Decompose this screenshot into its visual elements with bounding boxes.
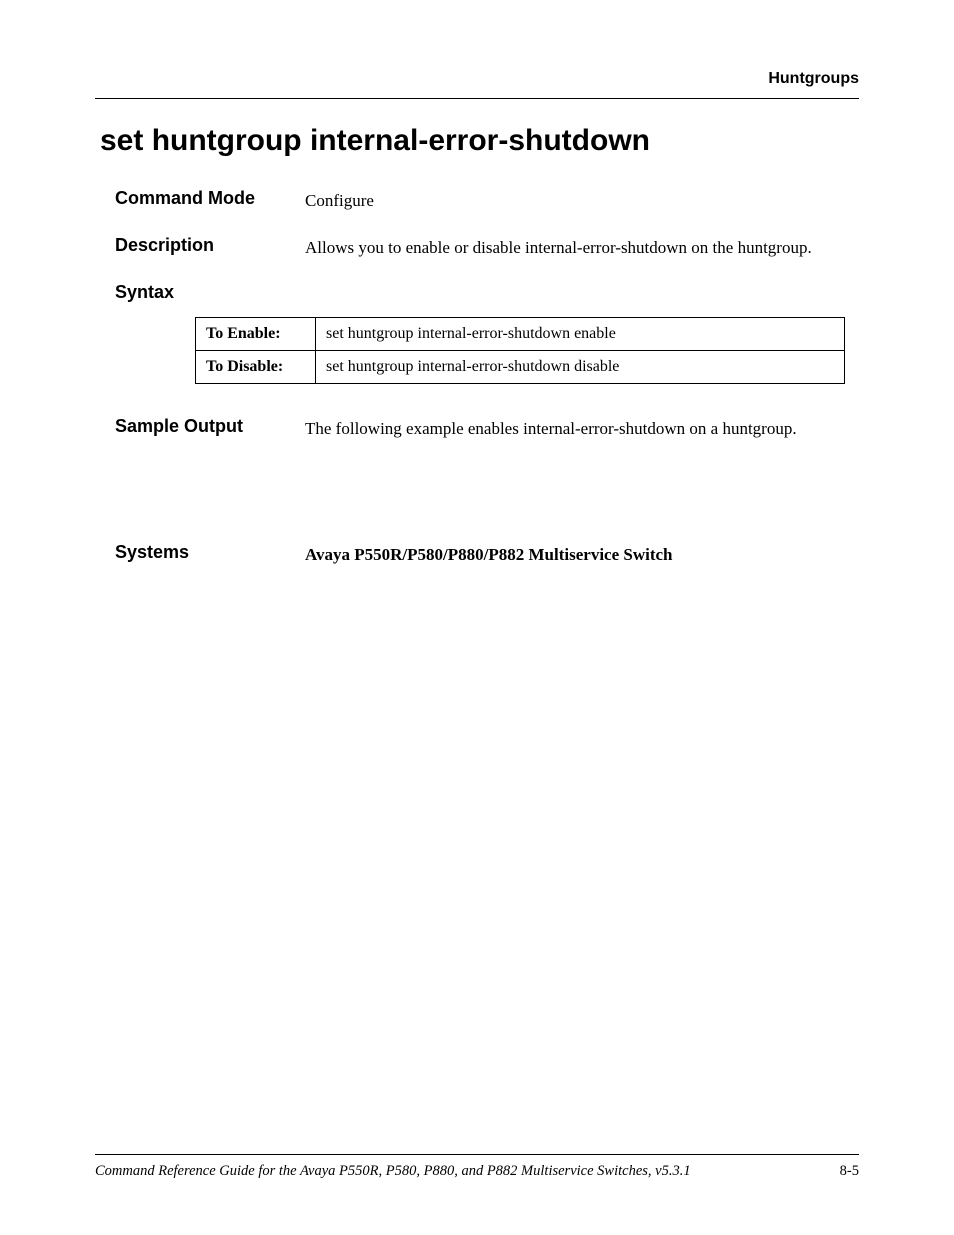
systems-label: Systems [115, 542, 305, 563]
page-footer: Command Reference Guide for the Avaya P5… [95, 1154, 859, 1180]
syntax-table: To Enable: set huntgroup internal-error-… [195, 317, 845, 384]
description-row: Description Allows you to enable or disa… [115, 235, 859, 260]
command-mode-row: Command Mode Configure [115, 188, 859, 213]
spacer [95, 462, 859, 542]
systems-value: Avaya P550R/P580/P880/P882 Multiservice … [305, 542, 859, 567]
sample-output-value: The following example enables internal-e… [305, 416, 859, 441]
description-label: Description [115, 235, 305, 256]
syntax-value-enable: set huntgroup internal-error-shutdown en… [316, 317, 845, 350]
header-rule [95, 98, 859, 99]
systems-row: Systems Avaya P550R/P580/P880/P882 Multi… [115, 542, 859, 567]
command-mode-label: Command Mode [115, 188, 305, 209]
footer-page-number: 8-5 [840, 1163, 859, 1180]
syntax-key-enable: To Enable: [196, 317, 316, 350]
sample-output-label: Sample Output [115, 416, 305, 437]
description-value: Allows you to enable or disable internal… [305, 235, 859, 260]
sample-output-row: Sample Output The following example enab… [115, 416, 859, 441]
syntax-label: Syntax [115, 282, 305, 303]
syntax-value-disable: set huntgroup internal-error-shutdown di… [316, 350, 845, 383]
table-row: To Disable: set huntgroup internal-error… [196, 350, 845, 383]
syntax-table-wrap: To Enable: set huntgroup internal-error-… [195, 317, 859, 384]
footer-guide-text: Command Reference Guide for the Avaya P5… [95, 1163, 691, 1180]
syntax-row: Syntax [115, 282, 859, 303]
syntax-key-disable: To Disable: [196, 350, 316, 383]
footer-rule [95, 1154, 859, 1155]
table-row: To Enable: set huntgroup internal-error-… [196, 317, 845, 350]
syntax-body [305, 282, 859, 283]
command-mode-value: Configure [305, 188, 859, 213]
footer-row: Command Reference Guide for the Avaya P5… [95, 1163, 859, 1180]
header-section-label: Huntgroups [95, 70, 859, 88]
page-title: set huntgroup internal-error-shutdown [100, 124, 859, 158]
